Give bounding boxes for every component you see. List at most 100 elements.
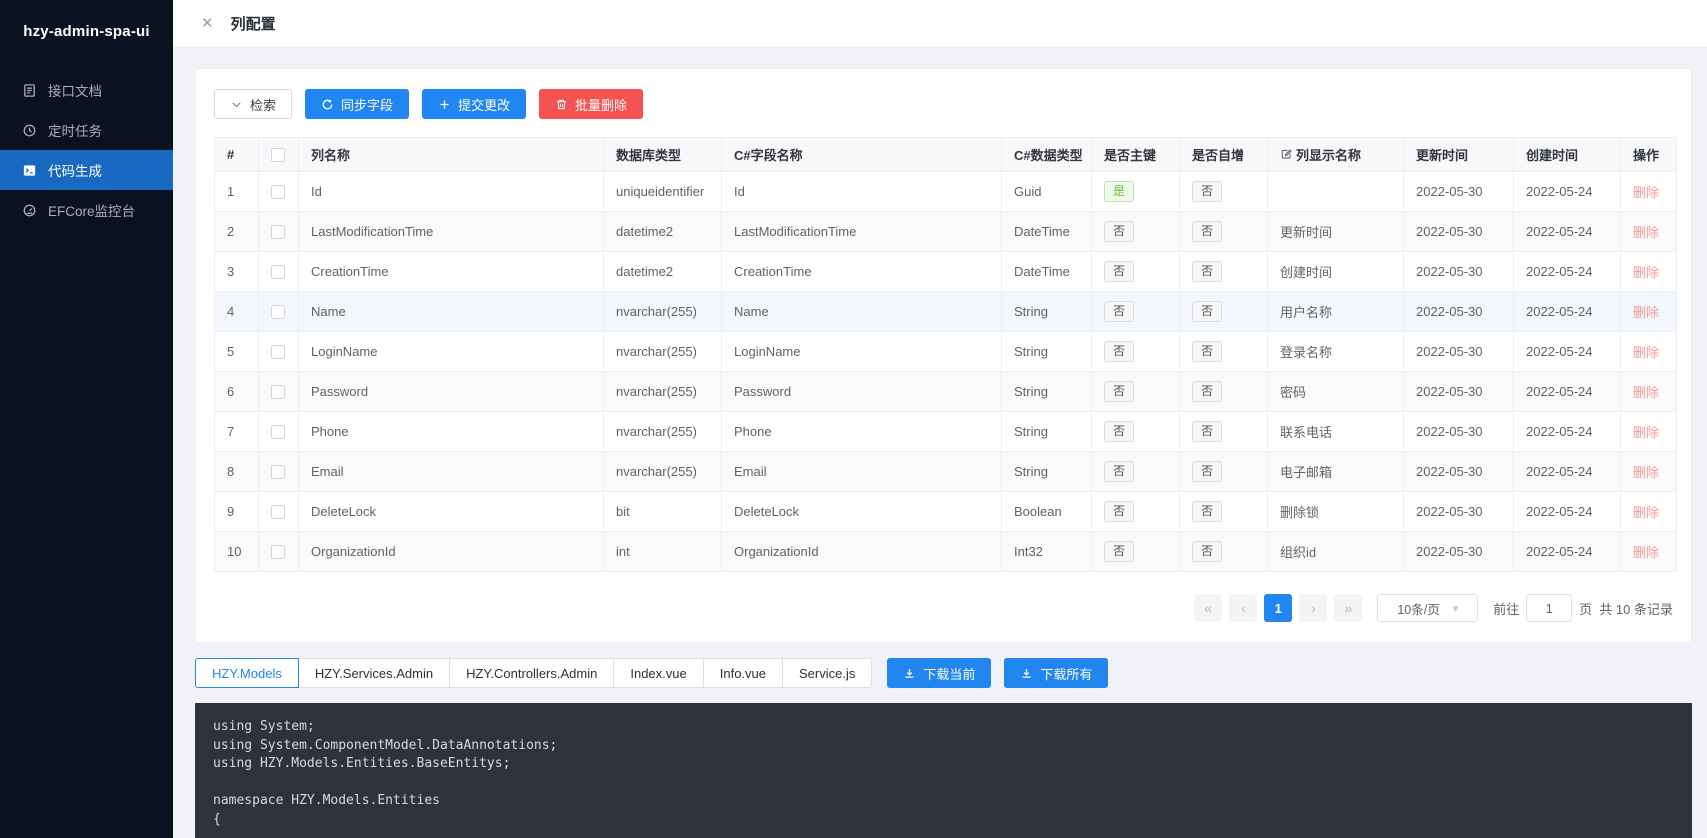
close-icon[interactable]: ✕ xyxy=(201,16,214,31)
clock-icon xyxy=(22,123,37,138)
delete-link[interactable]: 删除 xyxy=(1633,465,1659,480)
tab-hzy-controllers-admin[interactable]: HZY.Controllers.Admin xyxy=(449,658,614,688)
delete-link[interactable]: 删除 xyxy=(1633,185,1659,200)
tab-index-vue[interactable]: Index.vue xyxy=(613,658,703,688)
cell-column-name: Password xyxy=(299,372,604,412)
cell-created-at: 2022-05-24 xyxy=(1514,292,1621,332)
document-icon xyxy=(22,83,37,98)
row-index: 4 xyxy=(215,292,259,332)
col-header-name: 列名称 xyxy=(299,138,604,172)
cell-display-name: 电子邮箱 xyxy=(1268,452,1404,492)
cell-cs-type: String xyxy=(1002,412,1092,452)
row-checkbox[interactable] xyxy=(271,185,285,199)
page-size-select[interactable]: 10条/页 ▾ xyxy=(1377,594,1478,622)
delete-link[interactable]: 删除 xyxy=(1633,505,1659,520)
row-checkbox[interactable] xyxy=(271,305,285,319)
col-header-select xyxy=(259,138,299,172)
download-current-button[interactable]: 下载当前 xyxy=(887,658,991,688)
sync-fields-button[interactable]: 同步字段 xyxy=(305,89,409,119)
tab-service-js[interactable]: Service.js xyxy=(782,658,872,688)
goto-page-input[interactable] xyxy=(1526,594,1572,622)
cell-updated-at: 2022-05-30 xyxy=(1404,412,1514,452)
table-body: 1 Id uniqueidentifier Id Guid 是 否 2022-0… xyxy=(215,172,1677,572)
col-header-cs-name: C#字段名称 xyxy=(722,138,1002,172)
table-row: 9 DeleteLock bit DeleteLock Boolean 否 否 … xyxy=(215,492,1677,532)
next-page-button[interactable]: › xyxy=(1299,594,1327,622)
cell-column-name: Email xyxy=(299,452,604,492)
prev-page-button[interactable]: ‹ xyxy=(1229,594,1257,622)
pk-tag: 否 xyxy=(1104,261,1134,283)
row-checkbox[interactable] xyxy=(271,225,285,239)
pk-tag: 否 xyxy=(1104,461,1134,483)
col-header-updated: 更新时间 xyxy=(1404,138,1514,172)
sidebar-item-api-docs[interactable]: 接口文档 xyxy=(0,70,173,110)
plus-icon xyxy=(438,98,451,111)
batch-delete-label: 批量删除 xyxy=(575,95,627,114)
delete-link[interactable]: 删除 xyxy=(1633,225,1659,240)
cell-cs-name: DeleteLock xyxy=(722,492,1002,532)
identity-tag: 否 xyxy=(1192,421,1222,443)
cell-column-name: Name xyxy=(299,292,604,332)
cell-display-name: 登录名称 xyxy=(1268,332,1404,372)
row-checkbox[interactable] xyxy=(271,345,285,359)
col-header-is-pk: 是否主键 xyxy=(1092,138,1180,172)
table-row: 10 OrganizationId int OrganizationId Int… xyxy=(215,532,1677,572)
delete-link[interactable]: 删除 xyxy=(1633,265,1659,280)
row-checkbox[interactable] xyxy=(271,425,285,439)
tab-hzy-models[interactable]: HZY.Models xyxy=(195,658,299,688)
delete-link[interactable]: 删除 xyxy=(1633,385,1659,400)
row-checkbox[interactable] xyxy=(271,385,285,399)
cell-cs-name: Id xyxy=(722,172,1002,212)
submit-changes-button[interactable]: 提交更改 xyxy=(422,89,526,119)
caret-down-icon: ▾ xyxy=(1453,602,1459,615)
cell-display-name xyxy=(1268,172,1404,212)
cell-display-name: 密码 xyxy=(1268,372,1404,412)
code-line: namespace HZY.Models.Entities xyxy=(213,792,1674,811)
code-preview: using System; using System.ComponentMode… xyxy=(195,703,1692,838)
cell-db-type: nvarchar(255) xyxy=(604,452,722,492)
table-row: 7 Phone nvarchar(255) Phone String 否 否 联… xyxy=(215,412,1677,452)
delete-link[interactable]: 删除 xyxy=(1633,545,1659,560)
delete-link[interactable]: 删除 xyxy=(1633,305,1659,320)
table-header-row: # 列名称 数据库类型 C#字段名称 C#数据类型 是否主键 是否自增 列显示名… xyxy=(215,138,1677,172)
tab-info-vue[interactable]: Info.vue xyxy=(703,658,783,688)
row-checkbox[interactable] xyxy=(271,545,285,559)
identity-tag: 否 xyxy=(1192,301,1222,323)
total-records-label: 共 10 条记录 xyxy=(1599,599,1673,618)
table-row: 8 Email nvarchar(255) Email String 否 否 电… xyxy=(215,452,1677,492)
delete-link[interactable]: 删除 xyxy=(1633,425,1659,440)
cell-created-at: 2022-05-24 xyxy=(1514,412,1621,452)
identity-tag: 否 xyxy=(1192,381,1222,403)
chevron-down-icon xyxy=(230,98,243,111)
cell-cs-name: Name xyxy=(722,292,1002,332)
cell-updated-at: 2022-05-30 xyxy=(1404,532,1514,572)
sidebar-item-scheduled-tasks[interactable]: 定时任务 xyxy=(0,110,173,150)
last-page-button[interactable]: » xyxy=(1334,594,1362,622)
cell-db-type: nvarchar(255) xyxy=(604,412,722,452)
tab-hzy-services-admin[interactable]: HZY.Services.Admin xyxy=(298,658,450,688)
page-number-button[interactable]: 1 xyxy=(1264,594,1292,622)
search-button[interactable]: 检索 xyxy=(214,89,292,119)
cell-db-type: uniqueidentifier xyxy=(604,172,722,212)
row-checkbox[interactable] xyxy=(271,465,285,479)
main-area: ✕ 列配置 检索 同步字段 提交更改 批量删除 xyxy=(173,0,1707,838)
identity-tag: 否 xyxy=(1192,461,1222,483)
table-row: 5 LoginName nvarchar(255) LoginName Stri… xyxy=(215,332,1677,372)
sidebar-item-label: 接口文档 xyxy=(48,80,102,100)
batch-delete-button[interactable]: 批量删除 xyxy=(539,89,643,119)
select-all-checkbox[interactable] xyxy=(271,148,285,162)
row-checkbox[interactable] xyxy=(271,505,285,519)
delete-link[interactable]: 删除 xyxy=(1633,345,1659,360)
first-page-button[interactable]: « xyxy=(1194,594,1222,622)
cell-cs-name: LastModificationTime xyxy=(722,212,1002,252)
row-index: 5 xyxy=(215,332,259,372)
sidebar-item-code-generation[interactable]: 代码生成 xyxy=(0,150,173,190)
cell-cs-name: OrganizationId xyxy=(722,532,1002,572)
cell-created-at: 2022-05-24 xyxy=(1514,452,1621,492)
cell-created-at: 2022-05-24 xyxy=(1514,252,1621,292)
cell-cs-type: Int32 xyxy=(1002,532,1092,572)
download-all-button[interactable]: 下载所有 xyxy=(1004,658,1108,688)
cell-updated-at: 2022-05-30 xyxy=(1404,252,1514,292)
row-checkbox[interactable] xyxy=(271,265,285,279)
sidebar-item-efcore-monitor[interactable]: EFCore监控台 xyxy=(0,190,173,230)
